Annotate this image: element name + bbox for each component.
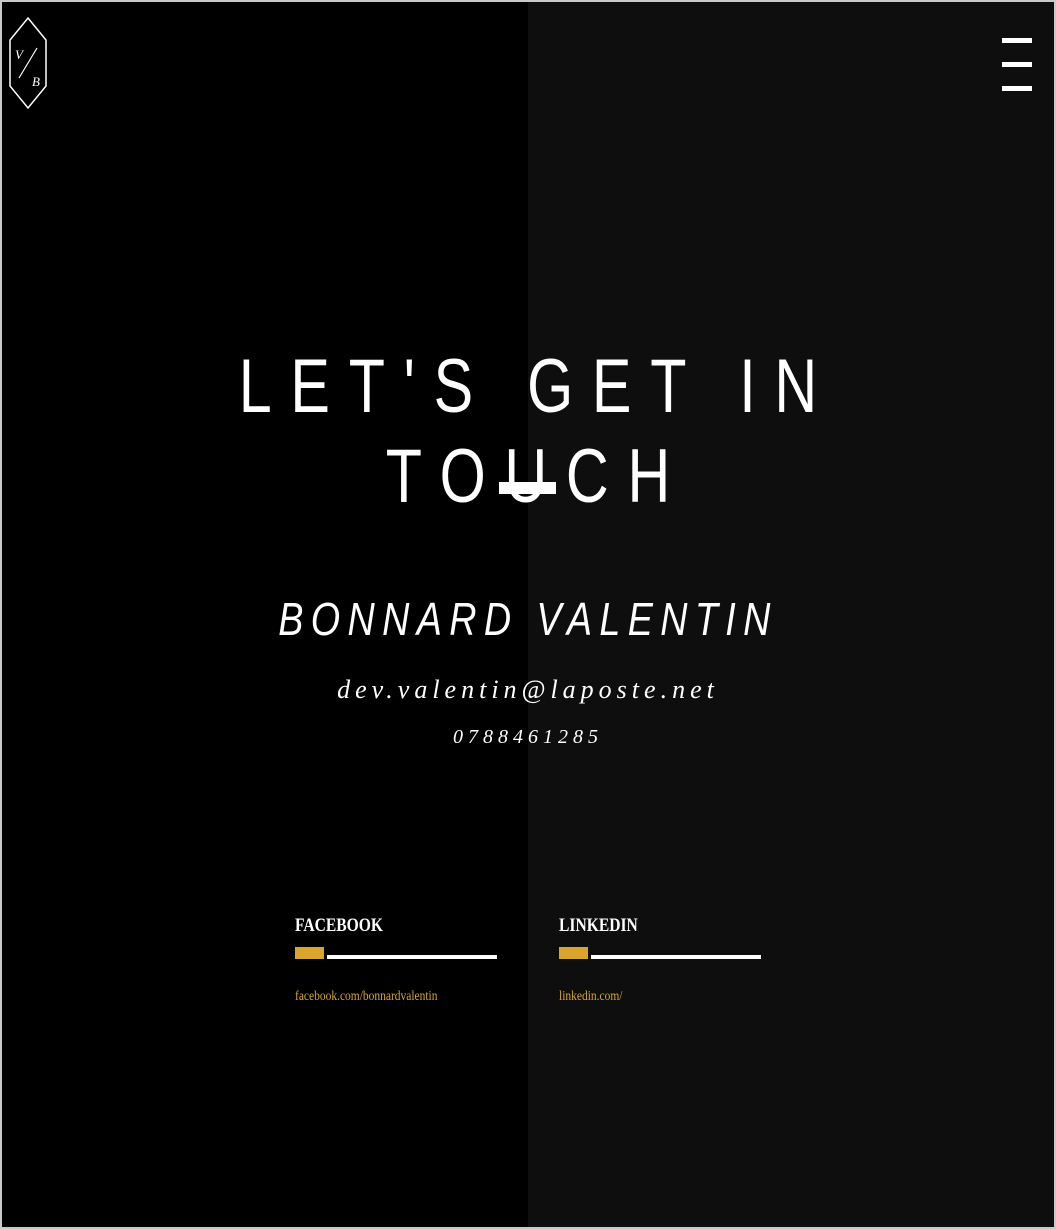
- title-divider: [499, 482, 556, 494]
- social-divider: [295, 947, 505, 959]
- page-title: LET'S GET IN TOUCH: [238, 344, 836, 519]
- logo-icon: V B: [9, 16, 47, 110]
- contact-phone[interactable]: 0788461285: [2, 723, 1054, 751]
- linkedin-link[interactable]: linkedin.com/: [559, 988, 731, 1006]
- divider-accent: [295, 947, 324, 959]
- divider-line: [327, 955, 497, 959]
- divider-accent: [559, 947, 588, 959]
- contact-name: BONNARD VALENTIN: [278, 593, 778, 645]
- hamburger-menu-icon[interactable]: [1002, 38, 1032, 96]
- menu-bar-top: [1002, 38, 1032, 43]
- page: V B LET'S GET IN TOUCH BONNARD VALENTIN …: [2, 2, 1054, 1227]
- menu-bar-bottom: [1002, 86, 1032, 91]
- social-linkedin: LINKEDIN linkedin.com/: [559, 914, 769, 1006]
- contact-email[interactable]: dev.valentin@laposte.net: [2, 672, 1054, 708]
- logo-letter-b: B: [32, 74, 40, 89]
- social-divider: [559, 947, 769, 959]
- social-title-facebook: FACEBOOK: [295, 915, 384, 936]
- facebook-link[interactable]: facebook.com/bonnardvalentin: [295, 988, 467, 1006]
- divider-line: [591, 955, 761, 959]
- hexagon-monogram-logo[interactable]: V B: [8, 16, 48, 110]
- social-title-linkedin: LINKEDIN: [559, 915, 638, 936]
- logo-letter-v: V: [15, 47, 25, 62]
- social-facebook: FACEBOOK facebook.com/bonnardvalentin: [295, 914, 505, 1006]
- menu-bar-middle: [1002, 62, 1032, 67]
